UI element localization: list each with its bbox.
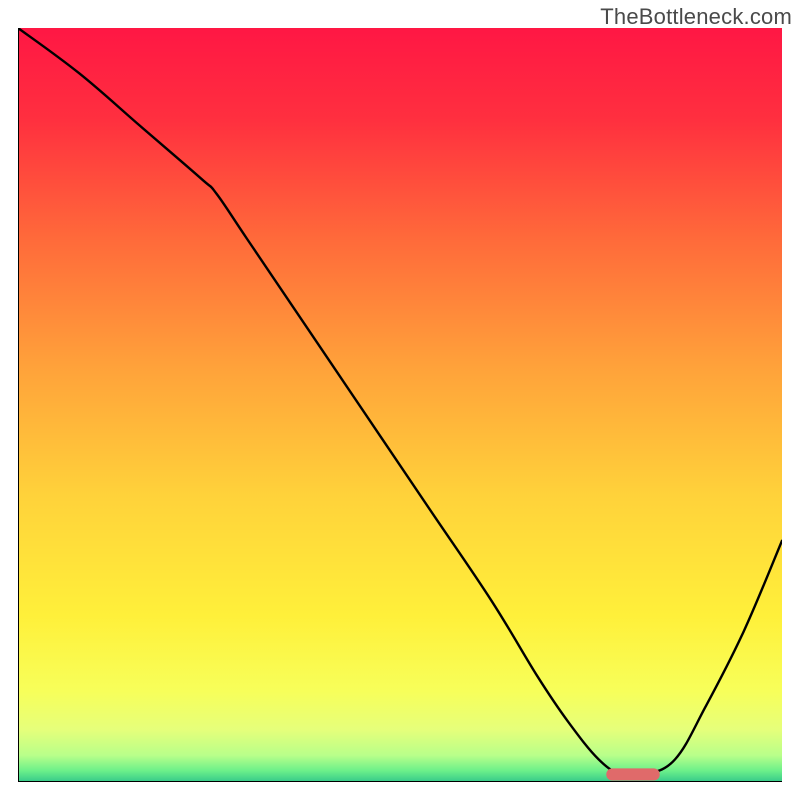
plot-area [18,28,782,782]
gradient-background [18,28,782,782]
optimal-marker [606,768,659,780]
chart-svg [18,28,782,782]
chart-root: TheBottleneck.com [0,0,800,800]
watermark-text: TheBottleneck.com [600,4,792,30]
